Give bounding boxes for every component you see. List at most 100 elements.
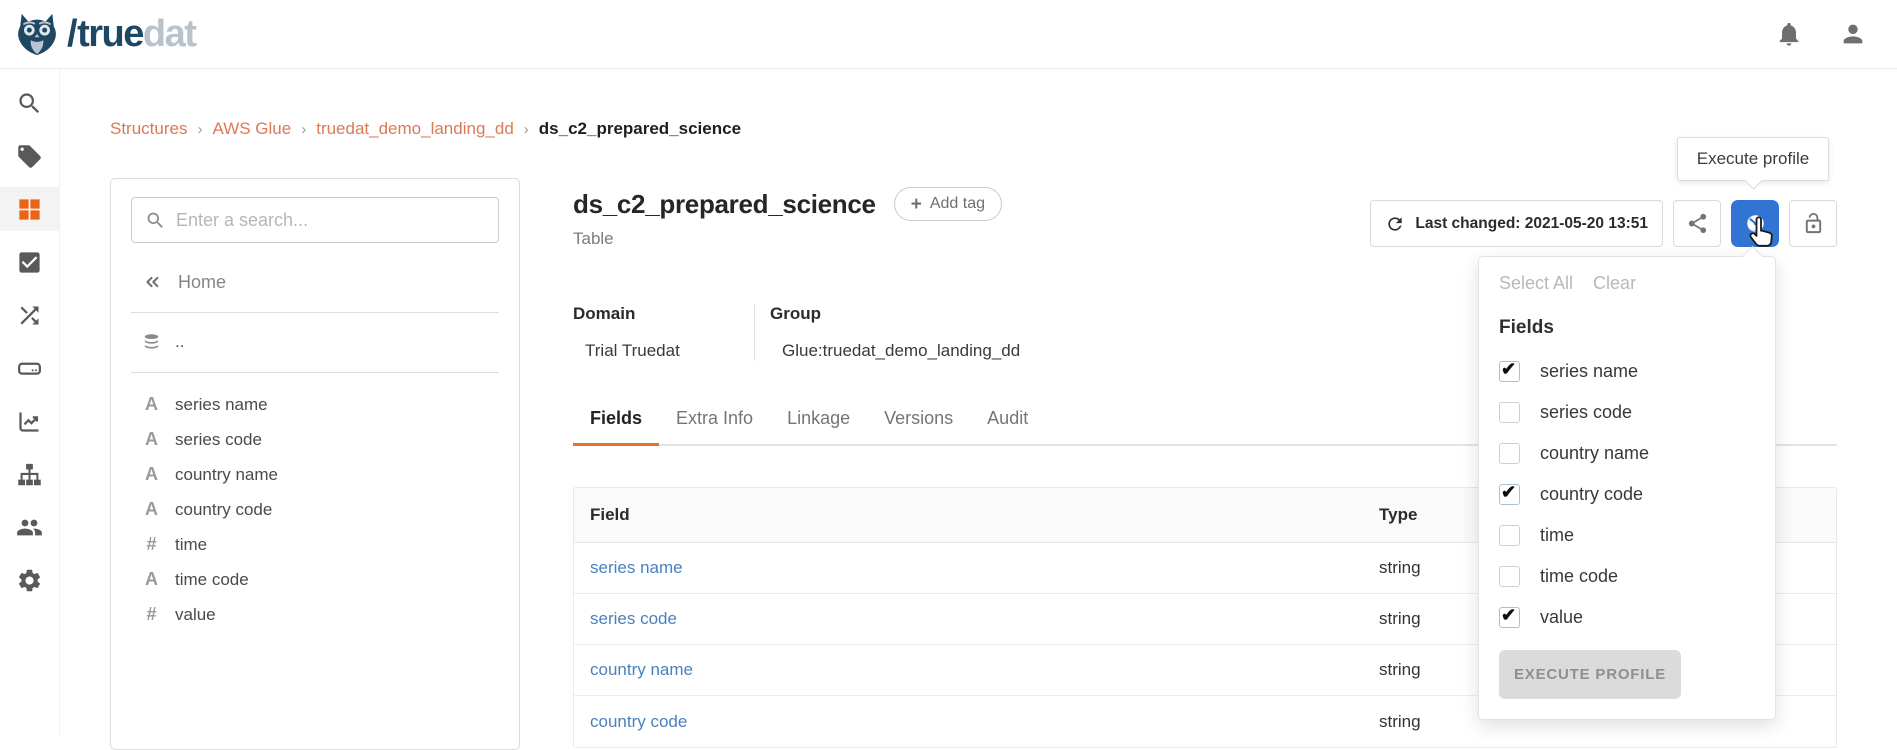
page-title: ds_c2_prepared_science: [573, 189, 876, 220]
breadcrumb-link-aws-glue[interactable]: AWS Glue: [212, 119, 291, 139]
checkbox-icon[interactable]: [1499, 361, 1520, 382]
logo-slash: /: [67, 13, 76, 56]
header-actions: Last changed: 2021-05-20 13:51: [1370, 200, 1837, 247]
execute-profile-dropdown: Select All Clear Fields series name seri…: [1478, 256, 1776, 720]
group-label: Group: [770, 304, 1020, 324]
explorer-field-time[interactable]: # time: [111, 527, 519, 562]
breadcrumb-link-structures[interactable]: Structures: [110, 119, 187, 139]
field-label: time code: [175, 570, 249, 590]
notifications-bell-icon[interactable]: [1775, 20, 1803, 48]
checkbox-icon[interactable]: [1499, 443, 1520, 464]
explorer-field-series-code[interactable]: A series code: [111, 422, 519, 457]
rail-item-taxonomy[interactable]: [0, 452, 59, 496]
field-label: country name: [175, 465, 278, 485]
shuffle-icon: [16, 302, 43, 329]
double-chevron-left-icon: [142, 272, 162, 292]
drive-icon: [16, 355, 43, 382]
option-time-code[interactable]: time code: [1499, 556, 1755, 597]
breadcrumb-separator: ›: [524, 121, 529, 138]
option-time[interactable]: time: [1499, 515, 1755, 556]
owl-logo-icon: [14, 11, 60, 57]
tab-versions[interactable]: Versions: [867, 408, 970, 444]
rail-item-systems[interactable]: [0, 346, 59, 390]
structure-type-label: Table: [573, 229, 614, 249]
option-series-name[interactable]: series name: [1499, 351, 1755, 392]
checkbox-icon[interactable]: [1499, 566, 1520, 587]
check-square-icon: [16, 249, 43, 276]
field-link[interactable]: country name: [574, 660, 1379, 680]
checkbox-icon[interactable]: [1499, 607, 1520, 628]
clear-link[interactable]: Clear: [1593, 273, 1636, 294]
rail-item-lineage[interactable]: [0, 293, 59, 337]
option-country-code[interactable]: country code: [1499, 474, 1755, 515]
divider: [131, 372, 499, 373]
trend-chart-icon: [16, 408, 43, 435]
execute-profile-button[interactable]: [1731, 200, 1779, 247]
logo-true: true: [77, 13, 143, 56]
rail-item-settings[interactable]: [0, 558, 59, 602]
column-header-field: Field: [574, 505, 1379, 525]
domain-label: Domain: [573, 304, 734, 324]
field-link[interactable]: series code: [574, 609, 1379, 629]
domain-column: Domain Trial Truedat: [573, 304, 755, 361]
checkbox-icon[interactable]: [1499, 484, 1520, 505]
breadcrumb-current: ds_c2_prepared_science: [539, 119, 741, 139]
home-label: Home: [178, 272, 226, 293]
option-country-name[interactable]: country name: [1499, 433, 1755, 474]
logo-dat: dat: [143, 13, 196, 56]
field-label: time: [175, 535, 207, 555]
checkbox-icon[interactable]: [1499, 402, 1520, 423]
domain-value: Trial Truedat: [585, 341, 734, 361]
explorer-field-time-code[interactable]: A time code: [111, 562, 519, 597]
rail-item-quality[interactable]: [0, 240, 59, 284]
tooltip-text: Execute profile: [1697, 149, 1809, 169]
breadcrumb-link-landing-dd[interactable]: truedat_demo_landing_dd: [316, 119, 514, 139]
select-all-link[interactable]: Select All: [1499, 273, 1573, 294]
explorer-parent-item[interactable]: ..: [111, 327, 519, 357]
explorer-field-country-name[interactable]: A country name: [111, 457, 519, 492]
users-group-icon: [16, 514, 43, 541]
rail-item-profiling[interactable]: [0, 399, 59, 443]
option-label: country code: [1540, 484, 1643, 505]
rail-item-search[interactable]: [0, 81, 59, 125]
tab-fields[interactable]: Fields: [573, 408, 659, 444]
execute-profile-submit-button[interactable]: EXECUTE PROFILE: [1499, 650, 1681, 699]
left-rail-nav: [0, 69, 60, 735]
rail-item-users[interactable]: [0, 505, 59, 549]
user-avatar-icon[interactable]: [1839, 20, 1867, 48]
rail-item-tags[interactable]: [0, 134, 59, 178]
share-button[interactable]: [1673, 200, 1721, 247]
field-label: value: [175, 605, 216, 625]
field-link[interactable]: series name: [574, 558, 1379, 578]
field-link[interactable]: country code: [574, 712, 1379, 732]
field-label: series name: [175, 395, 268, 415]
option-value[interactable]: value: [1499, 597, 1755, 638]
structure-explorer-panel: Home .. A series name A series code A co…: [110, 178, 520, 750]
truedat-logo[interactable]: /truedat: [14, 11, 195, 57]
explorer-field-series-name[interactable]: A series name: [111, 387, 519, 422]
checkbox-icon[interactable]: [1499, 525, 1520, 546]
explorer-field-country-code[interactable]: A country code: [111, 492, 519, 527]
gauge-icon: [1744, 212, 1767, 235]
last-changed-button[interactable]: Last changed: 2021-05-20 13:51: [1370, 200, 1663, 247]
explorer-field-value[interactable]: # value: [111, 597, 519, 632]
rail-item-structures[interactable]: [0, 187, 59, 231]
field-label: series code: [175, 430, 262, 450]
refresh-icon: [1385, 214, 1405, 234]
explorer-home-item[interactable]: Home: [111, 267, 519, 297]
search-input[interactable]: [176, 210, 476, 231]
add-tag-button[interactable]: + Add tag: [894, 187, 1002, 221]
dropdown-bulk-actions: Select All Clear: [1499, 273, 1755, 294]
option-label: time code: [1540, 566, 1618, 587]
tab-linkage[interactable]: Linkage: [770, 408, 867, 444]
permissions-lock-button[interactable]: [1789, 200, 1837, 247]
gear-icon: [16, 567, 43, 594]
sitemap-icon: [16, 461, 43, 488]
option-series-code[interactable]: series code: [1499, 392, 1755, 433]
plus-icon: +: [911, 195, 922, 214]
divider: [131, 312, 499, 313]
dropdown-options: series name series code country name cou…: [1499, 351, 1755, 638]
tab-audit[interactable]: Audit: [970, 408, 1045, 444]
breadcrumb-separator: ›: [301, 121, 306, 138]
tab-extra-info[interactable]: Extra Info: [659, 408, 770, 444]
